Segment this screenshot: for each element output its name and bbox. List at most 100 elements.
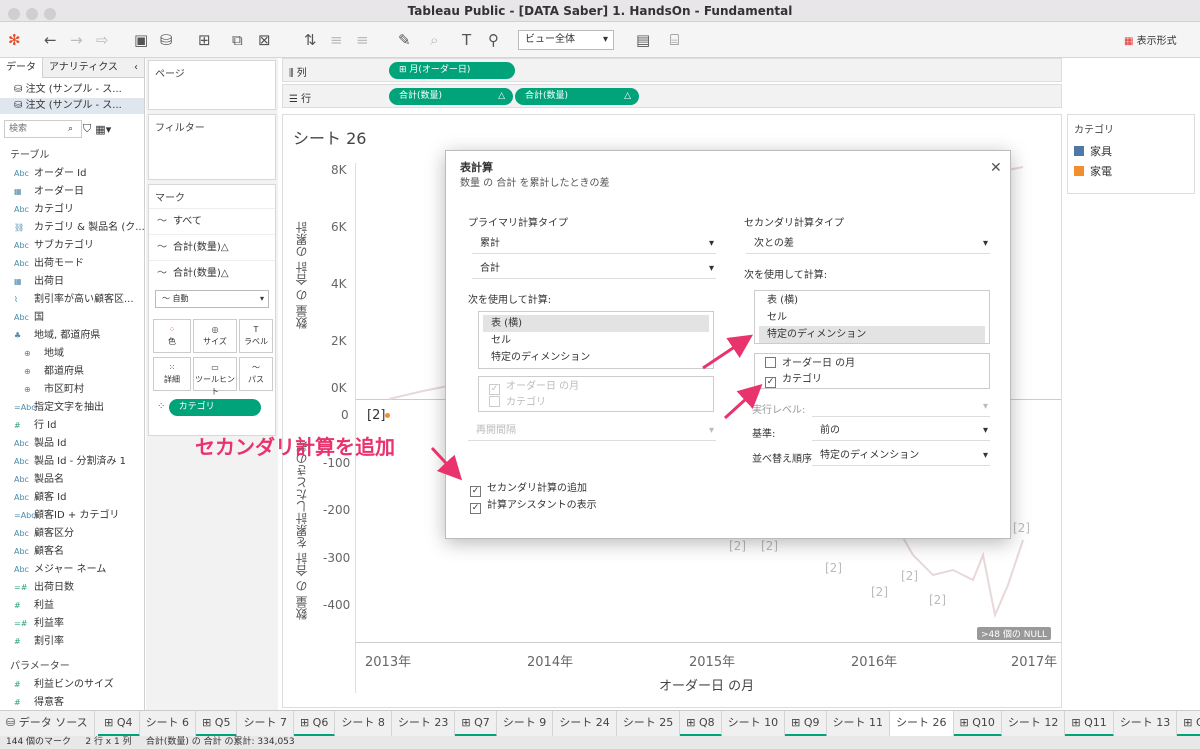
sort-desc-icon[interactable]: ≡: [356, 29, 369, 51]
swap-icon[interactable]: ⇅: [304, 29, 317, 51]
restart-every-select[interactable]: 再開間隔: [468, 421, 716, 441]
sheet-tab[interactable]: シート 6: [140, 711, 197, 736]
list-item[interactable]: 表 (横): [759, 292, 985, 309]
field-item[interactable]: Abc 顧客名: [0, 543, 144, 561]
null-indicator[interactable]: >48 個の NULL: [977, 627, 1052, 640]
field-item[interactable]: Abc 顧客 Id: [0, 489, 144, 507]
field-item[interactable]: =Abc指定文字を抽出: [0, 399, 144, 417]
field-item[interactable]: ⊕ 都道府県: [0, 363, 144, 381]
path-button[interactable]: 〜パス: [239, 357, 273, 391]
columns-pill[interactable]: ⊞ 月(オーダー日): [389, 62, 515, 79]
sheet-tab[interactable]: シート 24: [553, 711, 617, 736]
dimension-checkbox[interactable]: カテゴリ: [489, 395, 546, 411]
dashboard-tab[interactable]: ⊞ Q8: [680, 711, 722, 736]
legend-item[interactable]: 家具: [1068, 142, 1194, 162]
list-item[interactable]: 表 (横): [483, 315, 709, 332]
field-item[interactable]: =# 利益率: [0, 615, 144, 633]
field-item[interactable]: Abc 製品名: [0, 471, 144, 489]
dimension-checkbox[interactable]: オーダー日 の月: [765, 356, 855, 372]
replay-icon[interactable]: ⇨: [96, 29, 109, 51]
field-item[interactable]: ⊕ 市区町村: [0, 381, 144, 399]
sort-order-select[interactable]: 特定のディメンション: [812, 446, 990, 466]
pin-icon[interactable]: ⚲: [488, 29, 499, 51]
mark-type-select[interactable]: 〜 自動 ▾: [155, 290, 269, 308]
list-item[interactable]: 特定のディメンション: [483, 349, 709, 366]
marks-all[interactable]: 〜すべて: [149, 208, 275, 234]
field-item[interactable]: ⌇ 割引率が高い顧客区...: [0, 291, 144, 309]
field-item[interactable]: ⛓ カテゴリ & 製品名 (ク...: [0, 219, 144, 237]
data-source-tab[interactable]: ⛁ データ ソース: [0, 711, 95, 736]
undo-icon[interactable]: ←: [44, 29, 57, 51]
color-field[interactable]: ⁘ カテゴリ: [157, 399, 261, 416]
clear-sheet-icon[interactable]: ⊠: [258, 29, 271, 51]
field-item[interactable]: Abc 顧客区分: [0, 525, 144, 543]
field-item[interactable]: Abc 出荷モード: [0, 255, 144, 273]
columns-shelf[interactable]: ⫼ 列 ⊞ 月(オーダー日): [282, 58, 1062, 82]
dashboard-tab[interactable]: ⊞ Q12: [1177, 711, 1200, 736]
primary-calc-type-select[interactable]: 累計: [472, 234, 716, 254]
sheet-tab[interactable]: シート 10: [722, 711, 786, 736]
redo-icon[interactable]: →: [70, 29, 83, 51]
field-item[interactable]: # 割引率: [0, 633, 144, 651]
field-item[interactable]: ♣ 地域, 都道府県: [0, 327, 144, 345]
save-icon[interactable]: ▣: [134, 29, 148, 51]
field-item[interactable]: ▦ オーダー日: [0, 183, 144, 201]
sheet-tab[interactable]: シート 23: [392, 711, 456, 736]
highlight-icon[interactable]: ✎: [398, 29, 411, 51]
sheet-tab[interactable]: シート 7: [237, 711, 294, 736]
add-secondary-checkbox[interactable]: ✓ セカンダリ計算の追加: [470, 481, 587, 497]
filters-card[interactable]: フィルター: [148, 114, 276, 180]
label-button[interactable]: T ラベル: [239, 319, 273, 353]
dashboard-tab[interactable]: ⊞ Q9: [785, 711, 827, 736]
secondary-calc-type-select[interactable]: 次との差: [746, 234, 990, 254]
sheet-tab[interactable]: シート 13: [1114, 711, 1178, 736]
field-item[interactable]: ▦ 出荷日: [0, 273, 144, 291]
legend-item[interactable]: 家電: [1068, 162, 1194, 182]
detail-button[interactable]: ⁙ 詳細: [153, 357, 191, 391]
dimension-checkbox[interactable]: ✓ カテゴリ: [765, 372, 822, 388]
rows-shelf[interactable]: ☰ 行 合計(数量) △ 合計(数量) △: [282, 84, 1062, 108]
dimension-checkbox[interactable]: ✓ オーダー日 の月: [489, 379, 579, 395]
marks-measure-1[interactable]: 〜合計(数量)△: [149, 234, 275, 260]
dashboard-tab[interactable]: ⊞ Q7: [455, 711, 497, 736]
relative-to-select[interactable]: 前の: [812, 421, 990, 441]
dashboard-tab[interactable]: ⊞ Q5: [196, 711, 238, 736]
filter-icon[interactable]: ⛉: [83, 122, 91, 136]
show-cards-icon[interactable]: ▤: [636, 29, 650, 51]
show-me-button[interactable]: ▦ 表示形式: [1124, 32, 1177, 47]
rows-pill-1[interactable]: 合計(数量) △: [389, 88, 513, 105]
field-item[interactable]: # 利益ビンのサイズ: [0, 676, 144, 694]
attach-icon[interactable]: ⌕: [430, 29, 438, 51]
field-item[interactable]: =Abc顧客ID + カテゴリ: [0, 507, 144, 525]
collapse-icon[interactable]: ‹: [128, 58, 144, 78]
sheet-tab[interactable]: シート 12: [1002, 711, 1066, 736]
tooltip-button[interactable]: ▭ ツールヒント: [193, 357, 237, 396]
list-item[interactable]: セル: [759, 309, 985, 326]
level-select[interactable]: [812, 397, 990, 417]
field-item[interactable]: Abc 製品 Id - 分割済み 1: [0, 453, 144, 471]
label-icon[interactable]: T: [462, 29, 471, 51]
field-item[interactable]: Abc 国: [0, 309, 144, 327]
field-item[interactable]: =# 出荷日数: [0, 579, 144, 597]
dashboard-tab[interactable]: ⊞ Q6: [293, 711, 336, 736]
show-assistant-checkbox[interactable]: ✓ 計算アシスタントの表示: [470, 498, 597, 514]
field-item[interactable]: Abc メジャー ネーム: [0, 561, 144, 579]
size-button[interactable]: ◎ サイズ: [193, 319, 237, 353]
tab-data[interactable]: データ: [0, 58, 43, 78]
sheet-tab[interactable]: シート 11: [827, 711, 891, 736]
field-item[interactable]: Abc オーダー Id: [0, 165, 144, 183]
view-size-select[interactable]: ビュー全体: [518, 30, 614, 50]
field-item[interactable]: # 行 Id: [0, 417, 144, 435]
pages-card[interactable]: ページ: [148, 60, 276, 110]
datasource-item[interactable]: ⛁ 注文 (サンプル - ス...: [0, 82, 144, 98]
sheet-tab[interactable]: シート 26: [890, 711, 954, 736]
tableau-logo-icon[interactable]: ✻: [8, 29, 21, 51]
sheet-tab[interactable]: シート 8: [335, 711, 392, 736]
dashboard-tab[interactable]: ⊞ Q10: [953, 711, 1002, 736]
list-item-selected[interactable]: 特定のディメンション: [759, 326, 985, 343]
sheet-tab[interactable]: シート 25: [617, 711, 681, 736]
new-sheet-icon[interactable]: ⊞: [198, 29, 211, 51]
list-item[interactable]: セル: [483, 332, 709, 349]
field-item[interactable]: Abc 製品 Id: [0, 435, 144, 453]
tab-analytics[interactable]: アナリティクス: [43, 58, 124, 78]
